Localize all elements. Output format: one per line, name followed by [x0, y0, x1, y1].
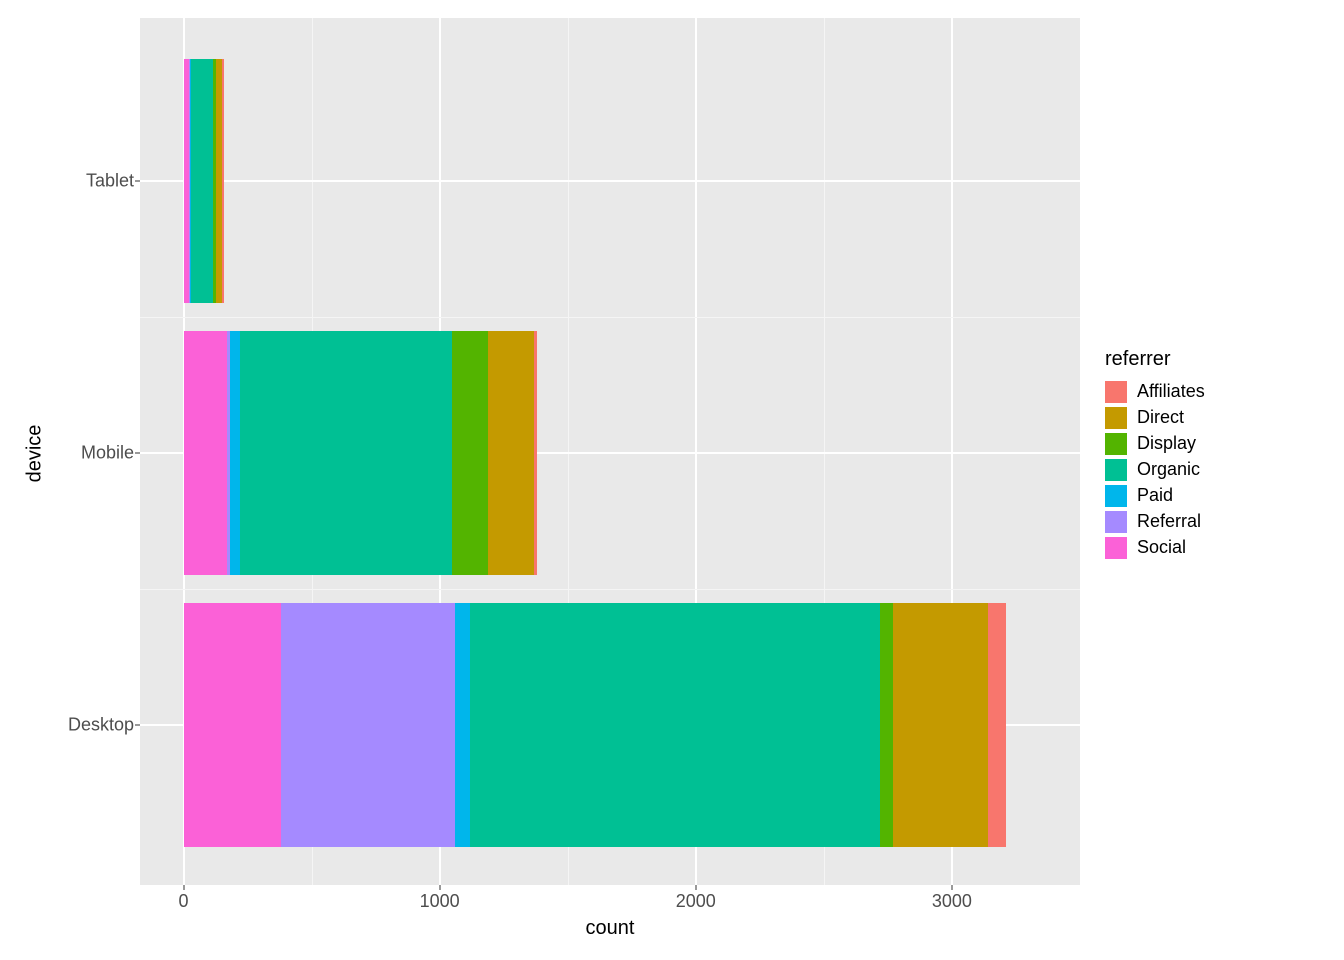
- x-tick-label: 0: [179, 891, 189, 912]
- legend-swatch-icon: [1105, 381, 1127, 403]
- segment-mobile-direct: [488, 331, 534, 576]
- legend-label: Direct: [1137, 407, 1184, 428]
- x-axis-title: count: [140, 917, 1080, 940]
- x-tick-label: 3000: [932, 891, 972, 912]
- legend-label: Referral: [1137, 511, 1201, 532]
- chart-container: device Tablet Mobile Desktop 0 1000 2000 3000…: [0, 0, 1344, 960]
- legend: referrer Affiliates Direct Display Organic P…: [1105, 18, 1205, 888]
- legend-item-direct: Direct: [1105, 407, 1205, 429]
- segment-mobile-organic: [240, 331, 453, 576]
- legend-item-paid: Paid: [1105, 485, 1205, 507]
- segment-mobile-paid: [230, 331, 240, 576]
- y-tick-label: Mobile: [81, 443, 134, 464]
- legend-item-display: Display: [1105, 433, 1205, 455]
- y-axis-title: device: [24, 424, 47, 482]
- legend-item-social: Social: [1105, 537, 1205, 559]
- segment-desktop-referral: [281, 603, 455, 848]
- x-tick-label: 1000: [420, 891, 460, 912]
- x-tick-label: 2000: [676, 891, 716, 912]
- legend-swatch-icon: [1105, 459, 1127, 481]
- y-axis: Tablet Mobile Desktop: [50, 18, 140, 888]
- legend-swatch-icon: [1105, 537, 1127, 559]
- chart-block: device Tablet Mobile Desktop 0 1000 2000 3000…: [20, 18, 1080, 940]
- plot-column: 0 1000 2000 3000 count: [140, 18, 1080, 940]
- segment-desktop-paid: [455, 603, 470, 848]
- plot-panel: [140, 18, 1080, 885]
- y-axis-title-wrap: device: [20, 18, 50, 888]
- legend-item-organic: Organic: [1105, 459, 1205, 481]
- legend-label: Paid: [1137, 485, 1173, 506]
- segment-mobile-social: [184, 331, 228, 576]
- segment-desktop-organic: [470, 603, 880, 848]
- bar-desktop: [184, 603, 1006, 848]
- legend-label: Organic: [1137, 459, 1200, 480]
- bar-mobile: [184, 331, 537, 576]
- legend-swatch-icon: [1105, 485, 1127, 507]
- bar-tablet: [184, 59, 225, 304]
- legend-label: Social: [1137, 537, 1186, 558]
- legend-title: referrer: [1105, 348, 1205, 371]
- legend-swatch-icon: [1105, 433, 1127, 455]
- legend-swatch-icon: [1105, 407, 1127, 429]
- segment-tablet-organic: [191, 59, 213, 304]
- y-tick-label: Desktop: [68, 714, 134, 735]
- x-axis: 0 1000 2000 3000: [140, 885, 1080, 915]
- segment-desktop-social: [184, 603, 281, 848]
- segment-desktop-affiliates: [988, 603, 1006, 848]
- legend-swatch-icon: [1105, 511, 1127, 533]
- segment-mobile-affiliates: [534, 331, 537, 576]
- segment-desktop-direct: [893, 603, 988, 848]
- legend-label: Affiliates: [1137, 381, 1205, 402]
- legend-item-referral: Referral: [1105, 511, 1205, 533]
- legend-label: Display: [1137, 433, 1196, 454]
- segment-tablet-affiliates: [222, 59, 225, 304]
- segment-mobile-display: [452, 331, 488, 576]
- segment-desktop-display: [880, 603, 893, 848]
- legend-items: Affiliates Direct Display Organic Paid Referr…: [1105, 381, 1205, 559]
- legend-item-affiliates: Affiliates: [1105, 381, 1205, 403]
- y-tick-label: Tablet: [86, 171, 134, 192]
